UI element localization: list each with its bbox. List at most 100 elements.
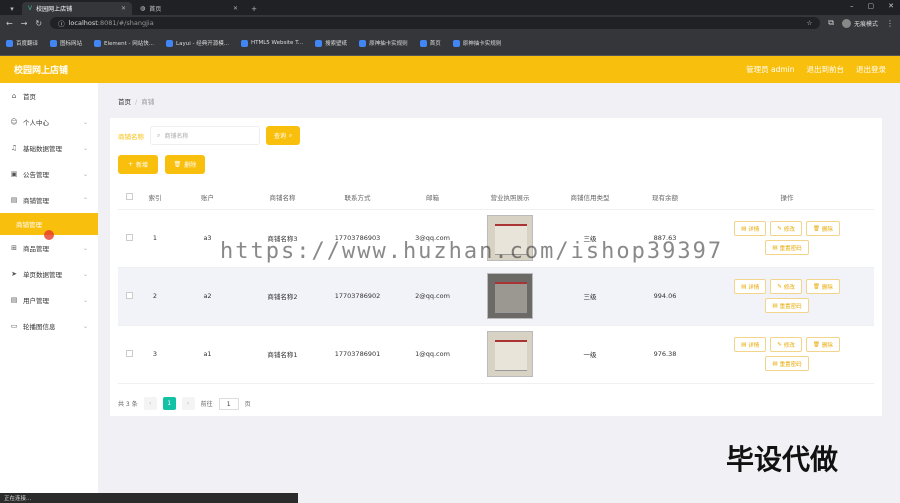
detail-button[interactable]: ▤ 详情	[734, 221, 767, 236]
edit-button[interactable]: ✎ 修改	[770, 221, 802, 236]
col-account[interactable]: 账户	[170, 186, 245, 210]
browser-tab[interactable]: ◍ 首页 ✕	[134, 2, 244, 15]
row-checkbox[interactable]	[125, 233, 133, 241]
delete-button[interactable]: 🗑 删除	[805, 221, 840, 236]
trash-icon: 🗑	[812, 283, 820, 290]
close-window-button[interactable]: ✕	[888, 2, 894, 10]
close-tab-icon[interactable]: ✕	[233, 5, 238, 12]
star-icon[interactable]: ☆	[806, 19, 812, 27]
bookmark-icon	[166, 39, 174, 47]
sidebar-item-users[interactable]: ▤ 用户管理 ⌄	[0, 287, 98, 313]
add-button-label: 新增	[136, 162, 149, 169]
page-number-button[interactable]: 1	[162, 397, 176, 410]
extensions-icon[interactable]: ⧉	[828, 18, 834, 28]
url-input[interactable]: ⓘ localhost:8081/#/shangjia ☆	[50, 17, 821, 29]
detail-button[interactable]: ▤ 详情	[734, 337, 767, 352]
license-image[interactable]	[487, 331, 533, 377]
back-icon[interactable]: ←	[6, 19, 13, 28]
sidebar-item-base-data[interactable]: ♫ 基础数据管理 ⌄	[0, 135, 98, 161]
bookmark-label: Element - 网站快...	[104, 41, 155, 47]
sidebar-item-carousel[interactable]: ▭ 轮播图信息 ⌄	[0, 313, 98, 339]
col-email[interactable]: 邮箱	[395, 186, 470, 210]
add-button[interactable]: + 新增	[118, 155, 158, 174]
delete-button[interactable]: 🗑 删除	[805, 279, 840, 294]
new-tab-button[interactable]: +	[246, 2, 262, 15]
edit-button[interactable]: ✎ 修改	[770, 337, 802, 352]
reset-password-button[interactable]: ▤ 重置密码	[765, 298, 809, 313]
edit-label: 修改	[783, 226, 795, 233]
bookmark-item[interactable]: 原神抽卡实规则	[452, 39, 501, 47]
bookmark-item[interactable]: 原神抽卡实规则	[359, 39, 408, 47]
sidebar-item-profile[interactable]: ☺ 个人中心 ⌄	[0, 109, 98, 135]
cell-index: 1	[140, 209, 170, 268]
bookmark-item[interactable]: Element - 网站快...	[94, 39, 154, 47]
edit-label: 修改	[783, 284, 795, 291]
address-bar: ← → ↻ ⓘ localhost:8081/#/shangjia ☆ ⧉ 无痕…	[0, 15, 900, 31]
bookmark-item[interactable]: 搜索壁纸	[315, 39, 347, 47]
col-license[interactable]: 营业执照展示	[470, 186, 550, 210]
cell-operations: ▤ 详情 ✎ 修改 🗑 删除 ▤ 重置密码	[700, 325, 874, 384]
col-balance[interactable]: 现有余额	[630, 186, 700, 210]
reset-icon: ▤	[772, 302, 778, 309]
shop-name-search-input[interactable]: ⌕ 商铺名称	[150, 126, 260, 145]
browser-tab-active[interactable]: V 校园网上店铺 ✕	[22, 2, 132, 15]
menu-icon[interactable]: ⋮	[886, 19, 894, 28]
reset-password-button[interactable]: ▤ 重置密码	[765, 356, 809, 371]
cell-email: 2@qq.com	[395, 267, 470, 326]
batch-delete-button[interactable]: 🗑 删除	[165, 155, 205, 174]
license-image[interactable]	[487, 273, 533, 319]
row-checkbox[interactable]	[125, 291, 133, 299]
col-credit-type[interactable]: 商铺信用类型	[550, 186, 630, 210]
goto-page-input[interactable]: 1	[218, 397, 239, 410]
table-row: 2 a2 商铺名称2 17703786902 2@qq.com 三级 994.0…	[118, 267, 874, 326]
col-phone[interactable]: 联系方式	[320, 186, 395, 210]
sidebar-item-notice[interactable]: ▣ 公告管理 ⌄	[0, 161, 98, 187]
profile-button[interactable]: 无痕模式	[841, 18, 878, 28]
bookmark-item[interactable]: Layui - 经典开源模...	[166, 39, 229, 47]
sidebar-item-shop[interactable]: ▤ 商铺管理 ⌃	[0, 187, 98, 213]
cell-credit-type: 三级	[550, 267, 630, 326]
breadcrumb: 首页 / 商铺	[118, 96, 154, 106]
page-unit-label: 页	[244, 401, 251, 408]
cell-shop-name: 商铺名称2	[245, 267, 320, 326]
bookmark-item[interactable]: HTML5 Website T...	[240, 39, 303, 47]
forward-icon[interactable]: →	[21, 19, 28, 28]
promo-stamp: 毕设代做	[726, 443, 839, 476]
user-icon: ☺	[10, 118, 18, 126]
reset-label: 重置密码	[779, 361, 802, 368]
tab-label: 校园网上店铺	[36, 6, 73, 13]
row-checkbox[interactable]	[125, 349, 133, 357]
next-page-button[interactable]: ›	[181, 397, 195, 410]
edit-icon: ✎	[777, 225, 782, 232]
detail-button[interactable]: ▤ 详情	[734, 279, 767, 294]
globe-icon: ◍	[140, 5, 146, 12]
query-button[interactable]: 查询 ⌕	[266, 126, 301, 145]
reload-icon[interactable]: ↻	[35, 19, 42, 28]
home-icon: ⌂	[11, 92, 17, 100]
bookmark-item[interactable]: 首页	[419, 39, 441, 47]
col-shop-name[interactable]: 商铺名称	[245, 186, 320, 210]
sidebar-item-home[interactable]: ⌂ 首页	[0, 83, 98, 109]
sidebar-item-single-page[interactable]: ➤ 单页数据管理 ⌄	[0, 261, 98, 287]
bookmark-item[interactable]: 图标网站	[50, 39, 82, 47]
minimize-button[interactable]: –	[850, 2, 854, 10]
reset-password-button[interactable]: ▤ 重置密码	[765, 240, 809, 255]
bookmark-icon	[6, 39, 13, 47]
prev-page-button[interactable]: ‹	[143, 397, 157, 410]
chevron-down-icon: ⌄	[82, 322, 88, 330]
cell-account: a1	[170, 325, 245, 384]
front-end-link[interactable]: 退出到前台	[807, 64, 845, 75]
breadcrumb-separator: /	[135, 98, 138, 106]
breadcrumb-home[interactable]: 首页	[118, 98, 131, 106]
bookmark-item[interactable]: 百度翻译	[6, 39, 38, 47]
delete-label: 删除	[821, 226, 833, 233]
bell-icon: ♫	[10, 144, 18, 152]
edit-button[interactable]: ✎ 修改	[770, 279, 802, 294]
select-all-checkbox[interactable]	[125, 192, 133, 200]
tab-search-icon[interactable]: ▾	[4, 2, 20, 15]
logout-link[interactable]: 退出登录	[856, 64, 886, 75]
delete-button[interactable]: 🗑 删除	[805, 337, 840, 352]
close-tab-icon[interactable]: ✕	[121, 5, 126, 12]
col-index[interactable]: 索引	[140, 186, 170, 210]
maximize-button[interactable]: ▢	[868, 2, 875, 10]
